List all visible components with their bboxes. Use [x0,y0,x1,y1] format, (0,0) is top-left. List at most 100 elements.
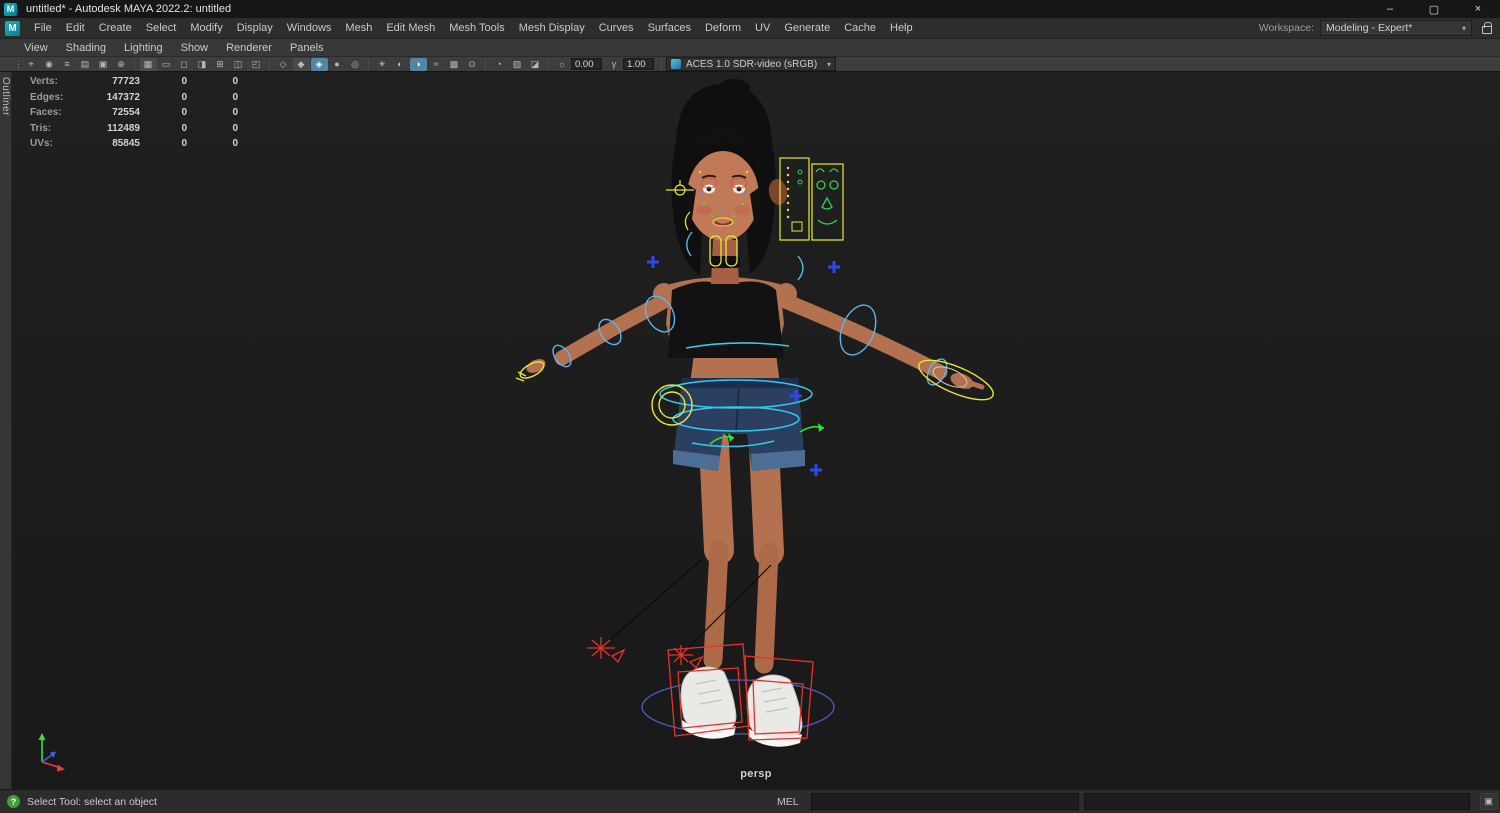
textured-icon[interactable]: ◈ [310,57,328,71]
toolbar-separator [269,58,270,70]
field-chart-icon[interactable]: ⊞ [212,58,229,71]
command-output-field[interactable] [1083,793,1470,810]
work-area: Outliner Verts: 77723 0 0 Edges: 147372 … [0,72,1500,789]
exposure-icon[interactable]: ☼ [554,58,571,71]
status-bar: ? Select Tool: select an object MEL ▣ [0,789,1500,813]
menu-deform[interactable]: Deform [698,18,748,38]
ambient-occlusion-icon[interactable]: ◑ [409,57,427,71]
workspace-dropdown[interactable]: Modeling - Expert* ▾ [1320,20,1472,36]
panel-menu-view[interactable]: View [15,39,57,56]
maximize-button[interactable]: ▢ [1412,0,1456,18]
menu-mesh-display[interactable]: Mesh Display [512,18,592,38]
toolbar-separator [661,58,662,70]
workspace-value: Modeling - Expert* [1326,22,1413,34]
menu-help[interactable]: Help [883,18,920,38]
menu-mesh-tools[interactable]: Mesh Tools [442,18,511,38]
safe-title-icon[interactable]: ◰ [248,58,265,71]
view-transform-dropdown[interactable]: ACES 1.0 SDR-video (sRGB) ▾ [666,57,836,71]
maya-home-icon[interactable]: M [5,20,20,36]
axis-gizmo [38,733,65,772]
image-plane-icon[interactable]: ▣ [95,58,112,71]
toolbar-separator [485,58,486,70]
toolbar-separator [548,58,549,70]
help-icon[interactable]: ? [7,795,20,808]
perspective-viewport[interactable]: Verts: 77723 0 0 Edges: 147372 0 0 Faces… [12,72,1500,789]
film-gate-icon[interactable]: ▭ [158,58,175,71]
menu-file[interactable]: File [27,18,59,38]
gamma-icon[interactable]: γ [606,58,623,71]
pan-zoom-icon[interactable]: ⊕ [113,58,130,71]
workspace-label: Workspace: [1258,22,1314,34]
outliner-tab-label: Outliner [0,77,11,117]
mel-command-input[interactable] [810,793,1079,810]
toolbar-separator [134,58,135,70]
script-editor-icon[interactable]: ▣ [1479,793,1498,810]
sneaker-left [680,666,737,739]
select-camera-icon[interactable]: ⌖ [23,58,40,71]
menu-uv[interactable]: UV [748,18,777,38]
motion-blur-icon[interactable]: ≈ [428,58,445,71]
depth-of-field-icon[interactable]: ⊙ [464,58,481,71]
chevron-down-icon: ▾ [1461,23,1466,33]
shadows-icon[interactable]: ◐ [392,58,409,71]
sneaker-right [746,674,803,747]
menu-surfaces[interactable]: Surfaces [641,18,698,38]
tool-help-text: Select Tool: select an object [27,795,157,808]
mel-language-button[interactable]: MEL [770,794,806,810]
bookmarks-icon[interactable]: ▤ [77,58,94,71]
isolate-select-icon[interactable]: ◔ [491,58,508,71]
resolution-gate-icon[interactable]: ◻ [176,58,193,71]
color-management-icon [671,59,681,69]
grid-icon[interactable]: ▦ [139,57,157,71]
window-title: untitled* - Autodesk MAYA 2022.2: untitl… [26,3,232,15]
menu-edit-mesh[interactable]: Edit Mesh [379,18,442,38]
minimize-button[interactable]: – [1368,0,1412,18]
menu-windows[interactable]: Windows [280,18,339,38]
panel-menu-show[interactable]: Show [172,39,218,56]
panel-toolbar: ⋮ ⌖ ◉ ≡ ▤ ▣ ⊕ ▦ ▭ ◻ ◨ ⊞ ◫ ◰ ◇ ◆ ◈ ● ◎ ☀ … [0,57,1500,72]
panel-menu-panels[interactable]: Panels [281,39,333,56]
wireframe-icon[interactable]: ◇ [275,58,292,71]
panel-menu-shading[interactable]: Shading [57,39,115,56]
panel-menu-lighting[interactable]: Lighting [115,39,172,56]
menu-create[interactable]: Create [92,18,139,38]
menu-display[interactable]: Display [230,18,280,38]
xray-joints-icon[interactable]: ◪ [527,58,544,71]
character-model[interactable] [524,79,985,747]
facial-gui-panels[interactable] [767,157,844,241]
scene-3d[interactable] [12,72,1500,789]
close-button[interactable]: × [1456,0,1500,18]
wireframe-on-shaded-icon[interactable]: ◎ [347,58,364,71]
camera-label: persp [740,768,772,780]
smooth-shade-icon[interactable]: ◆ [292,57,310,71]
menu-mesh[interactable]: Mesh [338,18,379,38]
menu-cache[interactable]: Cache [837,18,883,38]
panel-menu-bar: View Shading Lighting Show Renderer Pane… [0,39,1500,57]
menu-select[interactable]: Select [139,18,184,38]
lock-camera-icon[interactable]: ◉ [41,58,58,71]
workspace-lock-icon[interactable] [1482,22,1492,34]
outliner-collapsed-tab[interactable]: Outliner [0,72,12,789]
denim-shorts [673,378,805,471]
menu-curves[interactable]: Curves [592,18,641,38]
menu-generate[interactable]: Generate [777,18,837,38]
exposure-input[interactable] [571,58,602,70]
menu-modify[interactable]: Modify [183,18,229,38]
gamma-input[interactable] [623,58,654,70]
window-controls: – ▢ × [1368,0,1500,18]
safe-action-icon[interactable]: ◫ [230,58,247,71]
toolbar-separator [368,58,369,70]
all-lights-icon[interactable]: ☀ [374,58,391,71]
toolbar-grip[interactable]: ⋮ [14,59,23,70]
chevron-down-icon: ▾ [826,59,831,69]
gate-mask-icon[interactable]: ◨ [194,58,211,71]
command-line: MEL ▣ [770,790,1498,813]
default-material-icon[interactable]: ● [329,58,346,71]
maya-app-icon: M [4,2,17,16]
camera-attributes-icon[interactable]: ≡ [59,58,76,71]
panel-menu-renderer[interactable]: Renderer [217,39,281,56]
view-transform-value: ACES 1.0 SDR-video (sRGB) [686,58,818,70]
menu-edit[interactable]: Edit [59,18,92,38]
xray-icon[interactable]: ▨ [509,58,526,71]
anti-aliasing-icon[interactable]: ▩ [446,58,463,71]
